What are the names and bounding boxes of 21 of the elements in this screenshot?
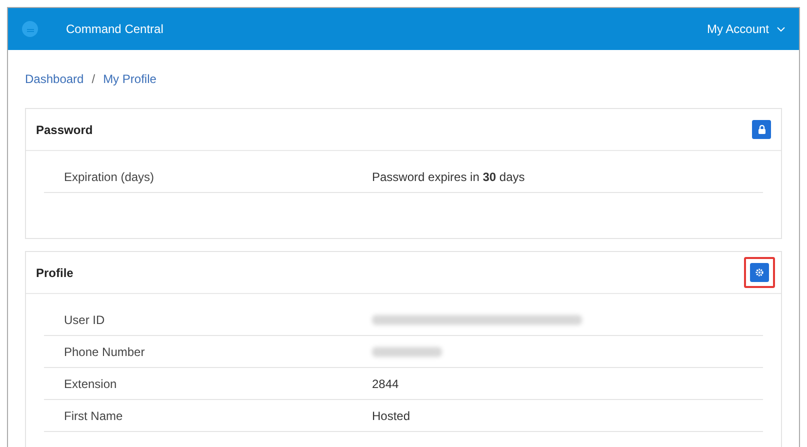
chevron-down-icon <box>777 26 785 32</box>
lock-icon <box>758 125 766 134</box>
breadcrumb-link[interactable]: My Profile <box>103 70 156 88</box>
field-label: Expiration (days) <box>63 168 156 186</box>
card-title: Password <box>36 122 93 138</box>
lock-button[interactable] <box>752 120 771 139</box>
gear-icon <box>755 268 764 277</box>
field-label: First Name <box>63 408 124 424</box>
settings-button[interactable] <box>750 263 769 282</box>
breadcrumb-separator: / <box>92 71 96 88</box>
field-label: User ID <box>63 312 106 328</box>
field-value: Hosted <box>372 408 410 424</box>
field-label: Phone Number <box>63 344 146 360</box>
redacted-value <box>372 346 442 356</box>
app-title: Command Central <box>66 21 164 38</box>
account-menu[interactable]: My Account <box>706 20 785 38</box>
field-label: Extension <box>63 376 118 392</box>
breadcrumb-link[interactable]: Dashboard <box>25 70 84 88</box>
field-value: 2844 <box>372 376 399 392</box>
field-value: Password expires in 30 days <box>372 168 525 186</box>
card-title: Profile <box>36 264 74 282</box>
